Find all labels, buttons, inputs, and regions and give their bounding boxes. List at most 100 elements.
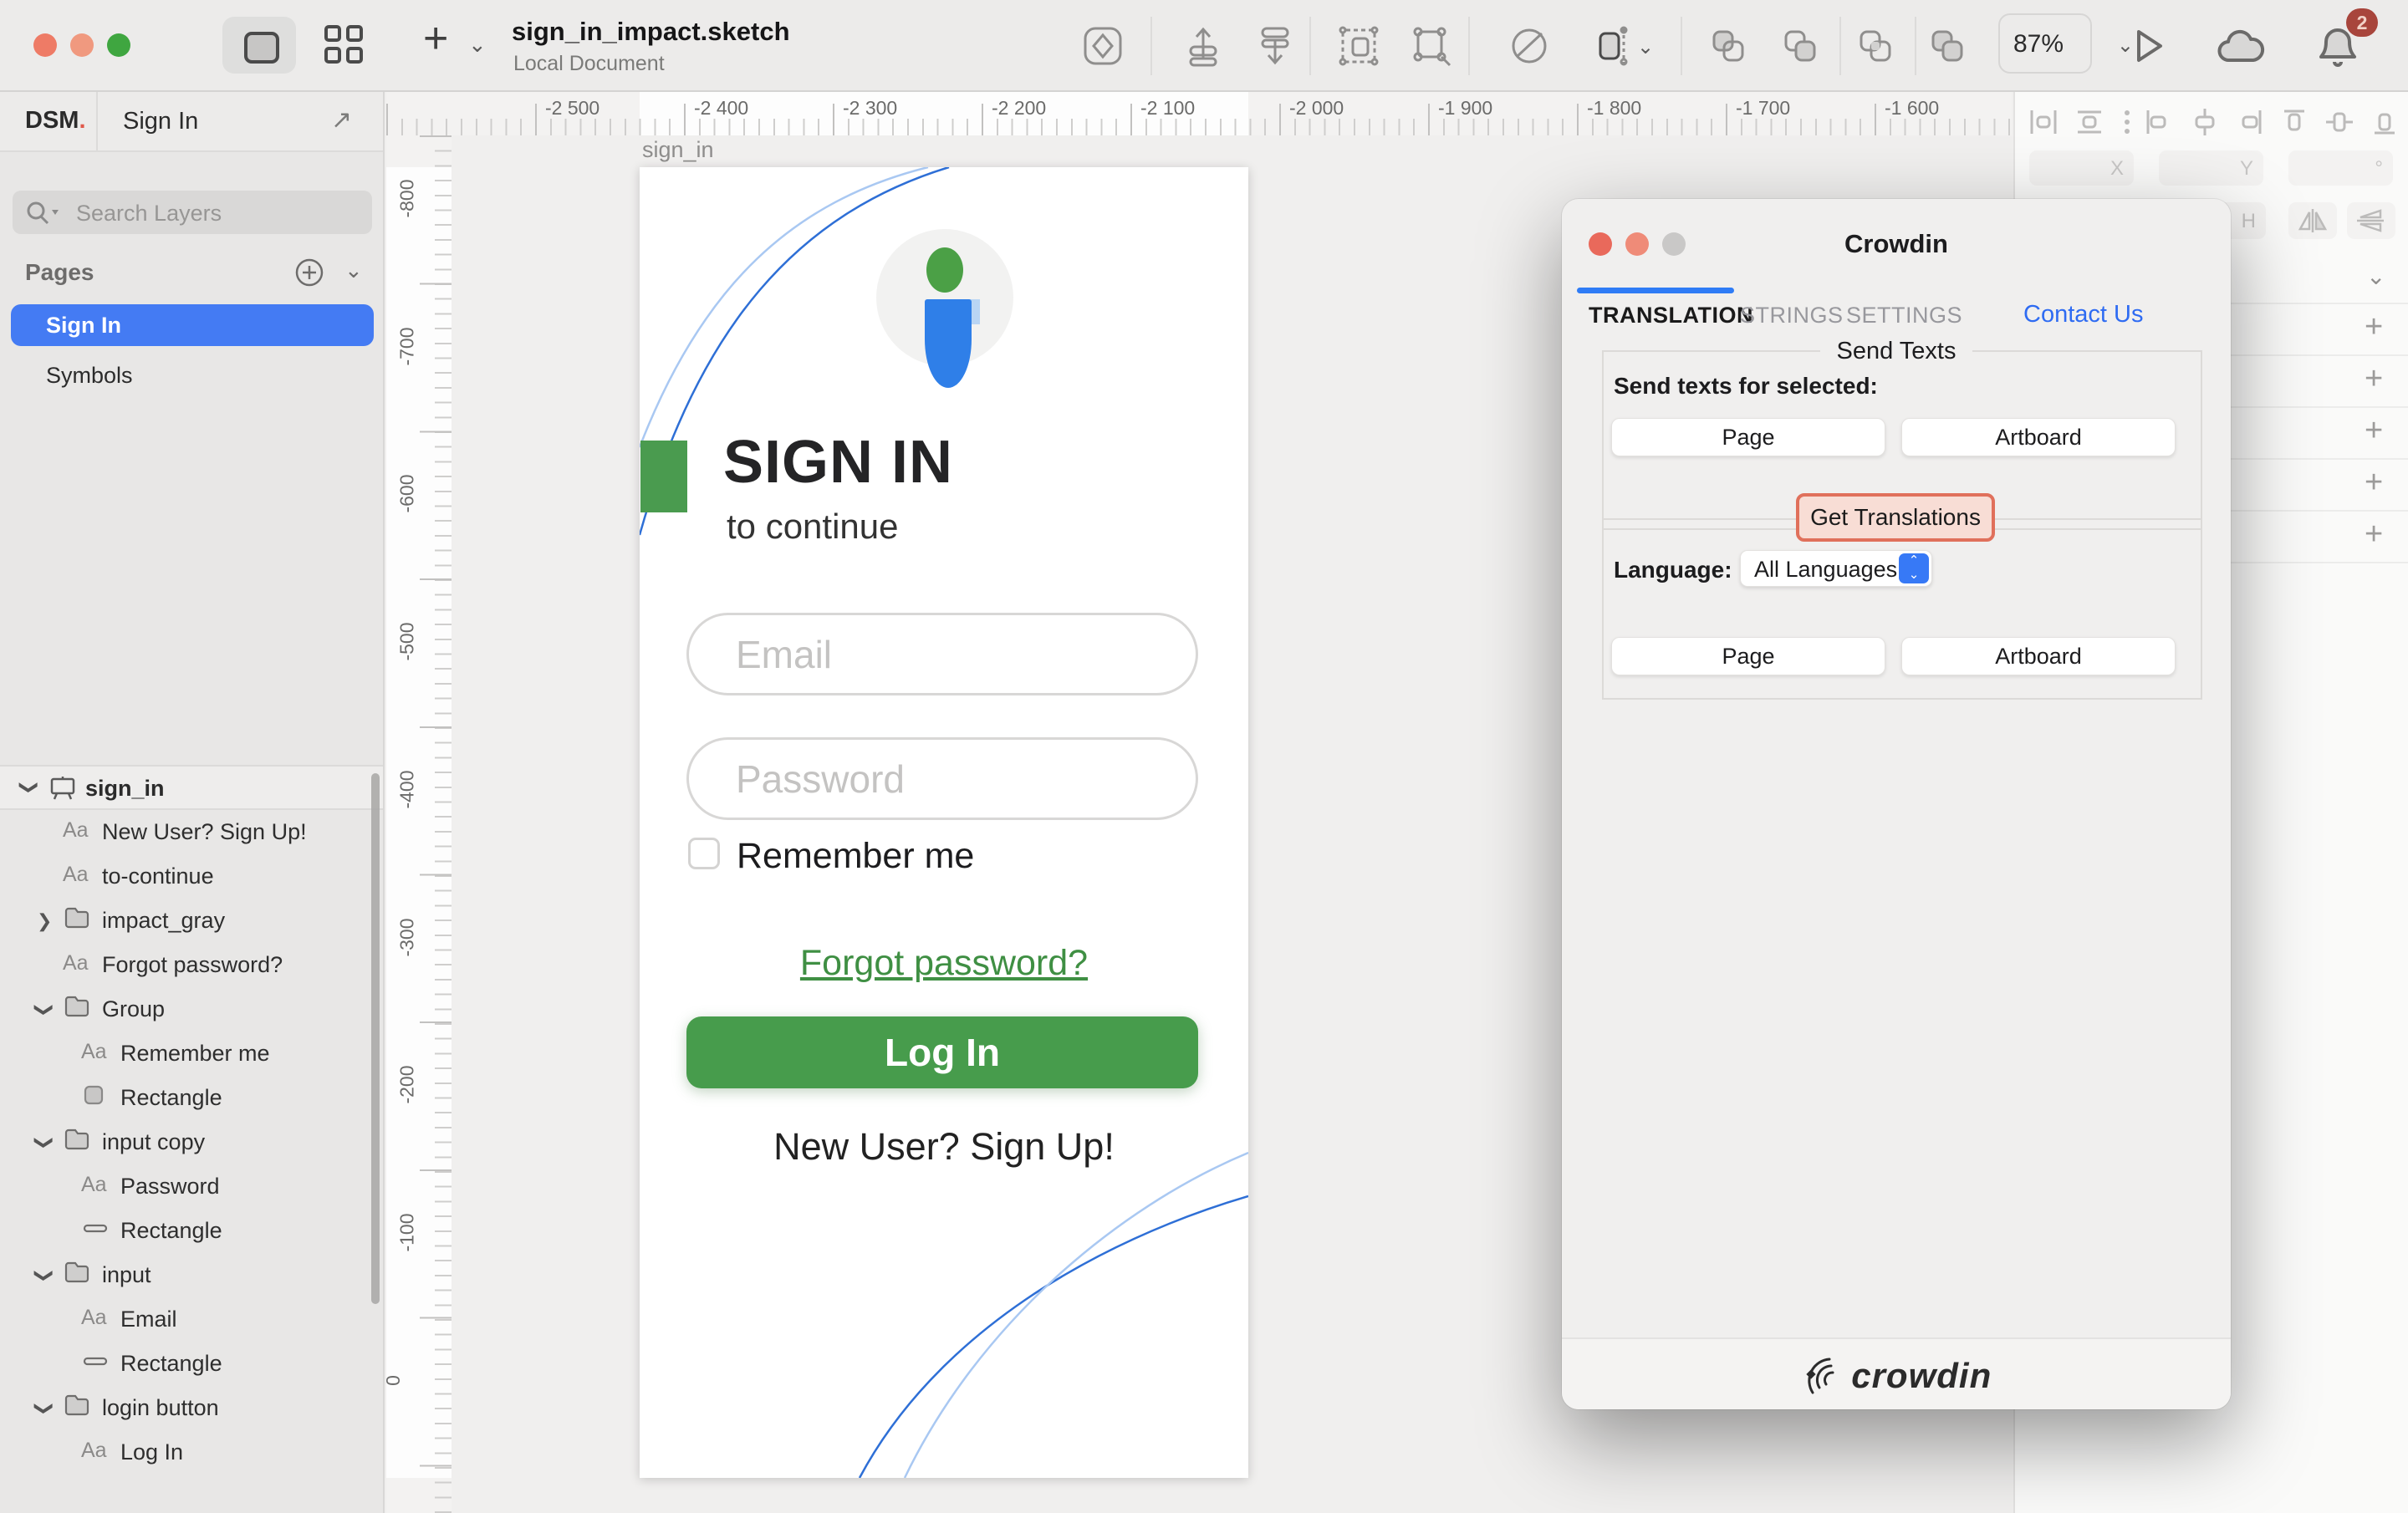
mask-tool-icon[interactable] [1505,22,1553,70]
tab-settings[interactable]: SETTINGS [1846,303,1962,329]
zoom-traffic-light[interactable] [107,33,130,57]
get-artboard-button[interactable]: Artboard [1901,637,2176,675]
align-bottom-icon[interactable] [2366,104,2403,140]
horizontal-ruler: -2 500-2 400-2 300-2 200-2 100-2 000-1 9… [386,92,2012,135]
sidebar-tabs: DSM. Sign In ↗ [0,92,383,152]
boolean-difference-icon[interactable] [1923,22,1972,70]
preview-play-button[interactable] [2124,22,2172,74]
add-style-icon[interactable]: + [2365,465,2383,501]
layer-row[interactable]: AaForgot password? [0,943,383,987]
add-style-icon[interactable]: + [2365,361,2383,397]
chevron-down-icon[interactable]: ❯ [33,1401,55,1416]
signup-text[interactable]: New User? Sign Up! [640,1125,1248,1169]
insert-button[interactable]: + [423,13,448,64]
minimize-traffic-light[interactable] [70,33,94,57]
flip-horizontal-button[interactable] [2288,202,2337,239]
scale-chevron-icon[interactable]: ⌄ [1637,35,1654,59]
language-select[interactable]: All Languages ⌃⌄ [1740,550,1932,587]
pages-collapse-icon[interactable]: ⌄ [344,257,363,283]
tab-translation[interactable]: TRANSLATION [1589,303,1753,329]
edit-points-icon[interactable] [1406,22,1455,70]
layer-row[interactable]: Rectangle [0,1209,383,1253]
heading-accent-rect[interactable] [640,441,687,512]
layer-row[interactable]: Aato-continue [0,854,383,899]
align-center-horizontal-icon[interactable] [2186,104,2223,140]
align-middle-vertical-icon[interactable] [2321,104,2358,140]
layer-row[interactable]: ❯input [0,1253,383,1297]
insert-chevron-icon[interactable]: ⌄ [468,32,487,58]
chevron-right-icon[interactable]: ❯ [37,910,52,932]
password-field[interactable]: Password [686,737,1198,820]
search-layers-field[interactable] [13,191,372,234]
chevron-down-icon[interactable]: ❯ [33,1135,55,1150]
layer-row[interactable]: Rectangle [0,1076,383,1120]
artboard[interactable]: SIGN IN to continue Email Password Remem… [640,167,1248,1478]
boolean-intersect-icon[interactable] [1851,22,1900,70]
stepper-icon: ⌃⌄ [1899,553,1929,583]
distribute-horizontally-icon[interactable] [2025,104,2062,140]
signin-heading[interactable]: SIGN IN [723,428,953,497]
grid-view-icon[interactable] [324,25,363,64]
flip-vertical-button[interactable] [2347,202,2395,239]
close-traffic-light[interactable] [33,33,57,57]
tab-sign-in[interactable]: Sign In [123,108,198,135]
get-page-button[interactable]: Page [1611,637,1885,675]
y-position-field[interactable]: Y [2159,150,2263,186]
align-top-icon[interactable] [2276,104,2313,140]
ruler-tick-label: -1 900 [1438,97,1492,120]
crowdin-plugin-window: Crowdin TRANSLATION STRINGS SETTINGS Con… [1562,199,2231,1409]
distribute-vertically-icon[interactable] [2071,104,2108,140]
send-page-button[interactable]: Page [1611,418,1885,456]
align-right-icon[interactable] [2231,104,2268,140]
layer-row[interactable]: AaLog In [0,1430,383,1475]
layer-row[interactable]: ❯Group [0,987,383,1032]
add-style-icon[interactable]: + [2365,309,2383,345]
add-style-icon[interactable]: + [2365,517,2383,553]
send-artboard-button[interactable]: Artboard [1901,418,2176,456]
remember-me-checkbox[interactable] [688,838,720,869]
add-page-icon[interactable] [294,257,324,288]
boolean-subtract-icon[interactable] [1776,22,1824,70]
contact-us-link[interactable]: Contact Us [2023,301,2143,329]
layer-row[interactable]: ❯input copy [0,1120,383,1164]
forgot-password-link[interactable]: Forgot password? [640,943,1248,984]
layer-row[interactable]: ❯login button [0,1386,383,1430]
layer-row[interactable]: AaNew User? Sign Up! [0,810,383,854]
group-selection-icon[interactable] [1334,22,1383,70]
login-button[interactable]: Log In [686,1016,1198,1088]
rotation-field[interactable]: ° [2288,150,2393,186]
zoom-level-select[interactable]: 87% ⌄ [1998,13,2092,74]
scale-tool-icon[interactable] [1587,22,1635,70]
layers-scrollbar[interactable] [371,773,380,1304]
send-backward-icon[interactable] [1251,22,1299,70]
chevron-down-icon[interactable]: ❯ [33,1268,55,1283]
layer-row[interactable]: AaEmail [0,1297,383,1342]
page-item-symbols[interactable]: Symbols [11,354,374,396]
boolean-union-icon[interactable] [1704,22,1752,70]
chevron-down-icon[interactable]: ❯ [33,1002,55,1017]
x-position-field[interactable]: X [2029,150,2134,186]
oval-tool-icon[interactable] [1079,22,1127,70]
rect-layer-icon [81,1083,106,1113]
cloud-sync-button[interactable] [2214,23,2268,73]
layer-row[interactable]: AaRemember me [0,1032,383,1076]
layer-row[interactable]: Rectangle [0,1342,383,1386]
align-left-icon[interactable] [2140,104,2177,140]
layer-tree-root[interactable]: ❯ sign_in #tree-hdr .abs:first-child{tra… [0,765,383,810]
email-field[interactable]: Email [686,613,1198,695]
page-item-sign-in[interactable]: Sign In [11,304,374,346]
get-translations-button[interactable]: Get Translations [1796,493,1995,542]
open-in-new-icon[interactable]: ↗ [331,105,352,135]
bring-forward-icon[interactable] [1179,22,1227,70]
app-logo[interactable] [876,229,1013,366]
tab-dsm[interactable]: DSM. [25,107,86,135]
chevron-down-icon[interactable]: ❯ [18,780,40,795]
add-style-icon[interactable]: + [2365,413,2383,449]
layer-row[interactable]: ❯impact_gray [0,899,383,943]
layer-row[interactable]: AaPassword [0,1164,383,1209]
signin-subheading[interactable]: to continue [727,507,899,547]
search-input[interactable] [74,196,354,231]
canvas-view-toggle-button[interactable] [222,17,296,74]
tab-strings[interactable]: STRINGS [1740,303,1844,329]
artboard-title[interactable]: sign_in [642,137,714,163]
